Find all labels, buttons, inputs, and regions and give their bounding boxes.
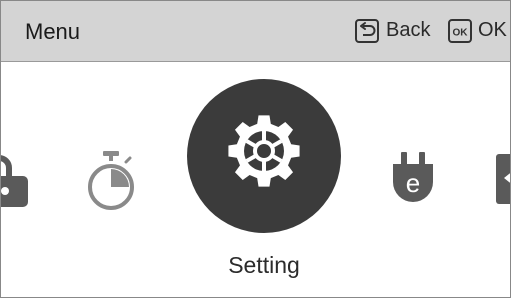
ok-icon: OK — [448, 19, 472, 43]
lock-icon[interactable] — [1, 150, 31, 210]
eco-plug-glyph: e — [406, 168, 420, 198]
back-label: Back — [386, 19, 431, 41]
back-icon — [355, 19, 379, 43]
timer-icon[interactable] — [81, 150, 141, 212]
usb-icon[interactable] — [494, 154, 510, 208]
menu-screen: Menu Back OK OK Setting e — [0, 0, 511, 298]
page-title: Menu — [25, 19, 81, 44]
selected-item-label: Setting — [228, 252, 300, 278]
ok-label: OK — [478, 19, 507, 41]
gear-icon — [228, 115, 300, 187]
selected-item-circle[interactable] — [187, 79, 341, 233]
menu-carousel: Setting e — [1, 62, 510, 297]
back-button[interactable]: Back — [354, 15, 434, 45]
header-bar: Menu Back OK OK — [1, 1, 510, 62]
ok-icon-text: OK — [453, 28, 469, 39]
eco-plug-icon[interactable]: e — [389, 152, 445, 210]
ok-button[interactable]: OK OK — [447, 15, 507, 45]
